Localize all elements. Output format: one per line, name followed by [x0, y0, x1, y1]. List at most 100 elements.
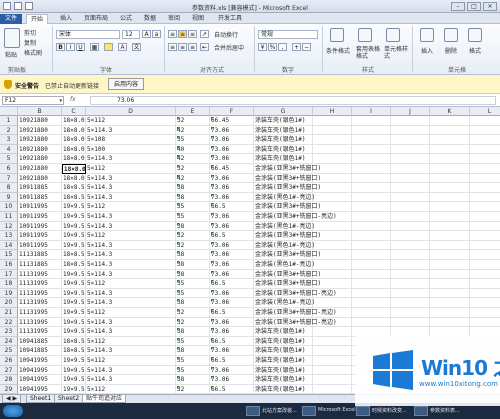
table-cell[interactable]: 11131995 — [18, 317, 62, 328]
phonetic-icon[interactable]: 文 — [132, 43, 141, 51]
empty-cell[interactable] — [391, 164, 430, 174]
table-cell[interactable]: 73.06 — [210, 221, 254, 232]
table-cell[interactable]: 金涂装(亚黑3#+铣窗口-亮边) — [254, 212, 337, 222]
row-header[interactable]: 14 — [0, 240, 18, 251]
table-cell[interactable]: 73.06 — [210, 375, 254, 385]
table-cell[interactable]: 38 — [176, 346, 210, 356]
empty-cell[interactable] — [391, 269, 430, 280]
empty-cell[interactable] — [430, 125, 470, 136]
shrink-font-icon[interactable]: a — [152, 30, 161, 38]
table-cell[interactable]: 66.5 — [210, 308, 254, 318]
empty-cell[interactable] — [313, 135, 352, 145]
table-cell[interactable]: 涂装车壳(银色1#) — [254, 384, 313, 394]
align-center-icon[interactable]: ≡ — [178, 43, 187, 51]
select-all-corner[interactable] — [0, 107, 18, 116]
empty-cell[interactable] — [313, 202, 352, 212]
bold-icon[interactable]: B — [56, 43, 65, 51]
table-cell[interactable]: 5×114.3 — [86, 221, 176, 232]
table-cell[interactable]: 73.06 — [210, 125, 254, 136]
empty-cell[interactable] — [391, 231, 430, 241]
table-cell[interactable]: 5×114.3 — [86, 192, 176, 203]
empty-cell[interactable] — [313, 144, 352, 155]
taskbar-item-label[interactable]: 北站方案改装... — [262, 407, 297, 414]
table-cell[interactable]: 金涂装(亚黑3#+铣窗口) — [254, 183, 321, 193]
table-cell[interactable]: 18×8.5 — [62, 192, 86, 203]
row-header[interactable]: 16 — [0, 260, 18, 270]
table-cell[interactable]: 32 — [176, 317, 210, 328]
empty-cell[interactable] — [430, 288, 470, 299]
table-cell[interactable]: 19×9.5 — [62, 269, 86, 280]
empty-cell[interactable] — [470, 154, 500, 164]
table-cell[interactable]: 35 — [176, 356, 210, 366]
table-cell[interactable]: 18×8.0 — [62, 154, 86, 164]
taskbar-item-label[interactable]: 时候资料改变... — [372, 407, 407, 414]
font-size-select[interactable]: 12 — [122, 30, 140, 39]
table-cell[interactable]: 42 — [176, 173, 210, 184]
table-cell[interactable]: 10921880 — [18, 154, 62, 164]
empty-cell[interactable] — [313, 260, 352, 270]
empty-cell[interactable] — [470, 241, 500, 251]
align-left-icon[interactable]: ≡ — [168, 43, 177, 51]
formula-input[interactable]: 73.06 — [90, 96, 496, 105]
column-header[interactable]: H — [313, 107, 352, 116]
empty-cell[interactable] — [391, 279, 430, 289]
empty-cell[interactable] — [470, 135, 500, 145]
tab-insert[interactable]: 插入 — [56, 14, 76, 24]
table-cell[interactable]: 涂装车壳(银色1#) — [254, 327, 313, 337]
empty-cell[interactable] — [313, 365, 352, 376]
empty-cell[interactable] — [470, 308, 500, 318]
taskbar-app-icon[interactable] — [414, 406, 428, 416]
empty-cell[interactable] — [352, 154, 391, 164]
empty-cell[interactable] — [391, 173, 430, 184]
table-cell[interactable]: 66.5 — [210, 356, 254, 366]
table-cell[interactable]: 金涂装(亚黑3#+铣窗口) — [254, 250, 321, 260]
font-name-select[interactable]: 宋体 — [56, 30, 120, 39]
empty-cell[interactable] — [430, 298, 470, 308]
table-cell[interactable]: 5×114.3 — [86, 327, 176, 337]
column-header[interactable]: B — [18, 107, 62, 116]
table-cell[interactable]: 5×112 — [86, 356, 176, 366]
row-header[interactable]: 7 — [0, 173, 18, 184]
empty-cell[interactable] — [313, 356, 352, 366]
table-cell[interactable]: 金涂装(黑色1#-亮边) — [254, 221, 315, 232]
row-header[interactable]: 12 — [0, 221, 18, 232]
cut-button[interactable]: 剪切 — [24, 28, 36, 37]
column-header[interactable]: G — [254, 107, 313, 116]
empty-cell[interactable] — [313, 192, 352, 203]
table-cell[interactable]: 5×114.3 — [86, 212, 176, 222]
empty-cell[interactable] — [430, 164, 470, 174]
empty-cell[interactable] — [352, 317, 391, 328]
table-cell[interactable]: 19×9.5 — [62, 212, 86, 222]
empty-cell[interactable] — [313, 384, 352, 394]
table-cell[interactable]: 73.06 — [210, 192, 254, 203]
table-cell[interactable]: 66.5 — [210, 279, 254, 289]
table-cell[interactable]: 35 — [176, 135, 210, 145]
empty-cell[interactable] — [430, 260, 470, 270]
table-cell[interactable]: 10911995 — [18, 221, 62, 232]
start-button-icon[interactable] — [3, 405, 23, 417]
empty-cell[interactable] — [430, 317, 470, 328]
empty-cell[interactable] — [313, 164, 352, 174]
table-cell[interactable]: 11131995 — [18, 327, 62, 337]
empty-cell[interactable] — [313, 317, 352, 328]
empty-cell[interactable] — [313, 231, 352, 241]
align-right-icon[interactable]: ≡ — [188, 43, 197, 51]
table-cell[interactable]: 66.5 — [210, 336, 254, 347]
italic-icon[interactable]: I — [66, 43, 75, 51]
tab-developer[interactable]: 开发工具 — [214, 14, 246, 24]
empty-cell[interactable] — [430, 221, 470, 232]
selected-cell[interactable]: 18×8.0 — [62, 164, 86, 174]
empty-cell[interactable] — [391, 221, 430, 232]
table-cell[interactable]: 73.06 — [210, 288, 254, 299]
table-cell[interactable]: 5×114.3 — [86, 250, 176, 260]
empty-cell[interactable] — [352, 183, 391, 193]
table-cell[interactable]: 19×9.5 — [62, 327, 86, 337]
tab-home[interactable]: 开始 — [26, 14, 49, 24]
row-header[interactable]: 6 — [0, 164, 18, 174]
empty-cell[interactable] — [470, 222, 500, 232]
currency-icon[interactable]: ¥ — [258, 43, 267, 51]
table-cell[interactable]: 金涂装(亚黑3#+铣窗口-亮边) — [254, 288, 337, 299]
table-cell[interactable]: 10941995 — [18, 356, 62, 366]
table-cell[interactable]: 5×114.3 — [86, 317, 176, 328]
table-cell[interactable]: 5×112 — [86, 116, 176, 126]
